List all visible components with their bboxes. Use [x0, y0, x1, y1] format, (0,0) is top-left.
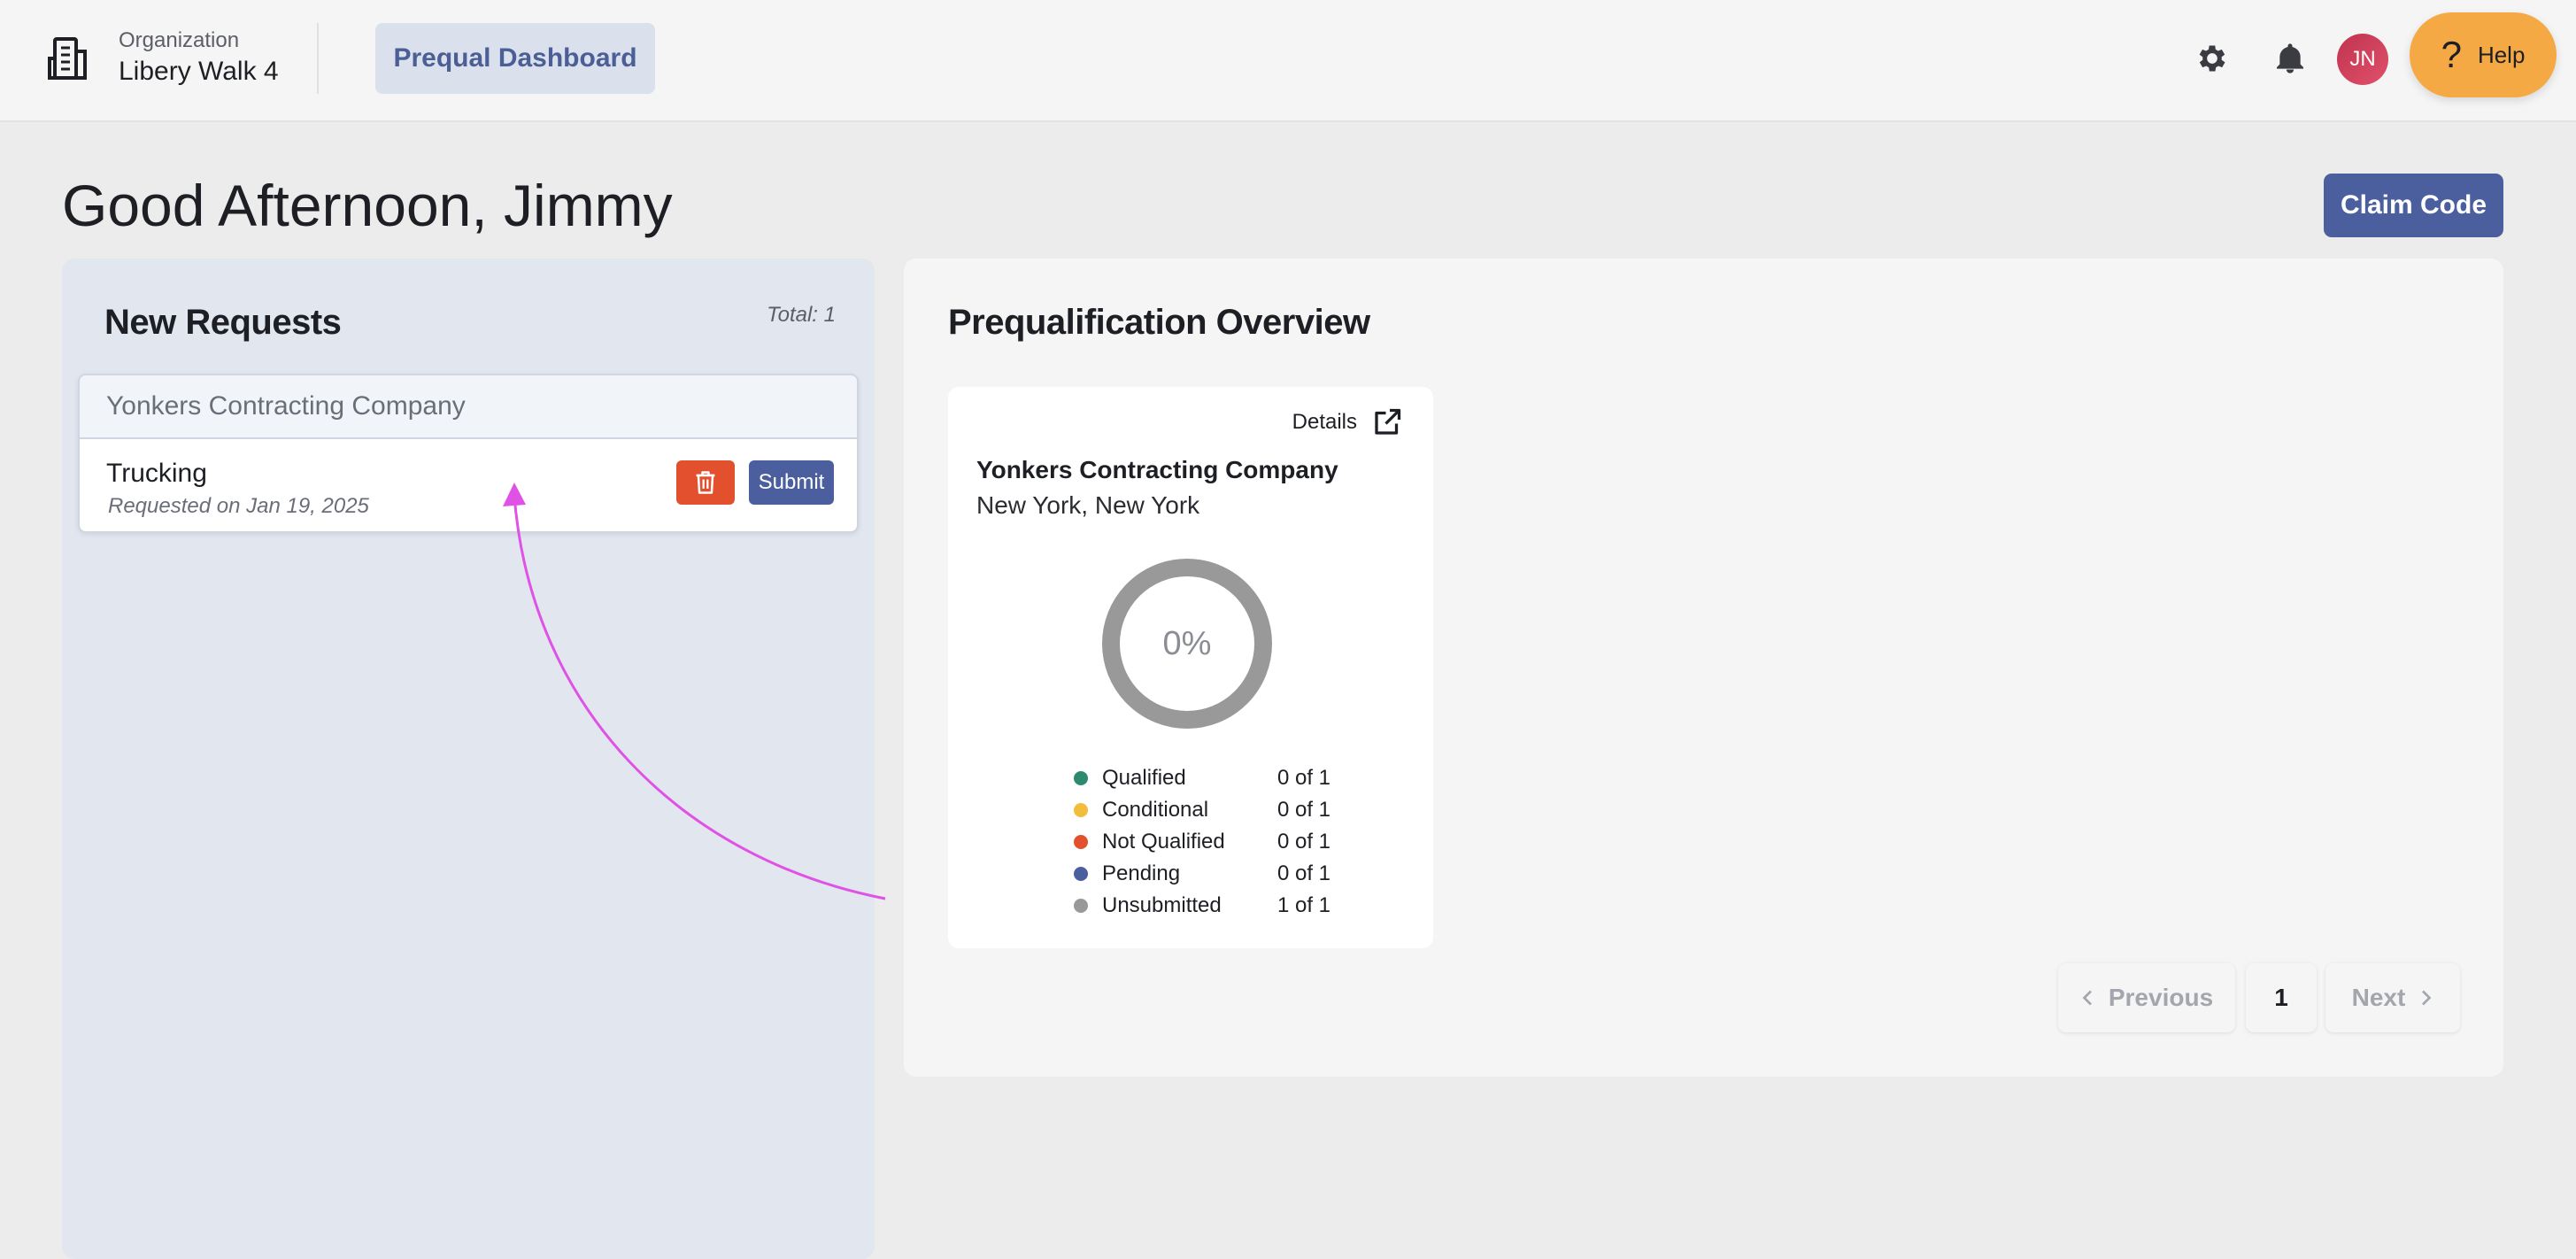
top-nav: Organization Libery Walk 4 Prequal Dashb… [0, 0, 2576, 122]
gear-icon[interactable] [2194, 41, 2230, 76]
previous-label: Previous [2108, 984, 2214, 1011]
tab-prequal-dashboard[interactable]: Prequal Dashboard [375, 23, 655, 94]
trash-icon [696, 471, 715, 494]
question-icon: ? [2441, 34, 2462, 75]
legend-dot [1074, 899, 1088, 913]
page-title: Good Afternoon, Jimmy [62, 173, 673, 238]
legend-dot [1074, 835, 1088, 849]
legend-row: Unsubmitted 1 of 1 [1074, 890, 1330, 922]
previous-page-button[interactable]: Previous [2058, 963, 2235, 1032]
new-requests-panel: New Requests Total: 1 Yonkers Contractin… [62, 259, 875, 1259]
legend-row: Pending 0 of 1 [1074, 858, 1330, 890]
details-link[interactable]: Details [1292, 406, 1403, 438]
new-requests-title: New Requests [104, 303, 342, 342]
chevron-left-icon [2082, 990, 2092, 1006]
building-icon [48, 37, 87, 80]
overview-card: Details Yonkers Contracting Company New … [948, 387, 1433, 948]
legend-label: Pending [1102, 861, 1181, 885]
requests-total: Total: 1 [767, 303, 836, 327]
progress-percent: 0% [1162, 624, 1212, 662]
org-caption: Organization [119, 28, 240, 52]
legend-row: Qualified 0 of 1 [1074, 762, 1330, 794]
overview-company: Yonkers Contracting Company [976, 456, 1338, 483]
legend-label: Unsubmitted [1102, 893, 1222, 917]
legend-dot [1074, 771, 1088, 785]
legend-dot [1074, 867, 1088, 881]
help-label: Help [2477, 41, 2526, 68]
org-name[interactable]: Libery Walk 4 [119, 57, 279, 87]
next-label: Next [2351, 984, 2406, 1011]
legend-label: Not Qualified [1102, 830, 1225, 853]
nav-divider [317, 23, 319, 94]
legend-label: Qualified [1102, 766, 1186, 790]
overview-title: Prequalification Overview [948, 303, 1370, 342]
details-label: Details [1292, 410, 1357, 434]
request-card: Yonkers Contracting Company Trucking Req… [78, 374, 859, 533]
request-company: Yonkers Contracting Company [80, 375, 857, 439]
legend-label: Conditional [1102, 798, 1209, 822]
overview-location: New York, New York [976, 491, 1200, 519]
legend-dot [1074, 803, 1088, 817]
external-link-icon [1375, 408, 1401, 435]
prequal-overview-panel: Prequalification Overview Details Yonker… [904, 259, 2503, 1077]
request-date: Requested on Jan 19, 2025 [108, 494, 369, 518]
next-page-button[interactable]: Next [2325, 963, 2460, 1032]
status-legend: Qualified 0 of 1 Conditional 0 of 1 Not … [1074, 762, 1330, 922]
claim-code-button[interactable]: Claim Code [2324, 174, 2503, 237]
help-button[interactable]: ? Help [2410, 12, 2557, 97]
submit-request-button[interactable]: Submit [749, 460, 834, 505]
request-name: Trucking [106, 459, 207, 488]
legend-count: 0 of 1 [1276, 861, 1330, 885]
legend-row: Not Qualified 0 of 1 [1074, 826, 1330, 858]
legend-row: Conditional 0 of 1 [1074, 794, 1330, 826]
legend-count: 0 of 1 [1276, 766, 1330, 790]
page-number-button[interactable]: 1 [2246, 963, 2317, 1032]
legend-count: 1 of 1 [1276, 893, 1330, 917]
delete-request-button[interactable] [676, 460, 735, 505]
bell-icon[interactable] [2272, 41, 2308, 76]
legend-count: 0 of 1 [1276, 798, 1330, 822]
avatar[interactable]: JN [2337, 34, 2388, 85]
legend-count: 0 of 1 [1276, 830, 1330, 853]
chevron-right-icon [2422, 990, 2432, 1006]
